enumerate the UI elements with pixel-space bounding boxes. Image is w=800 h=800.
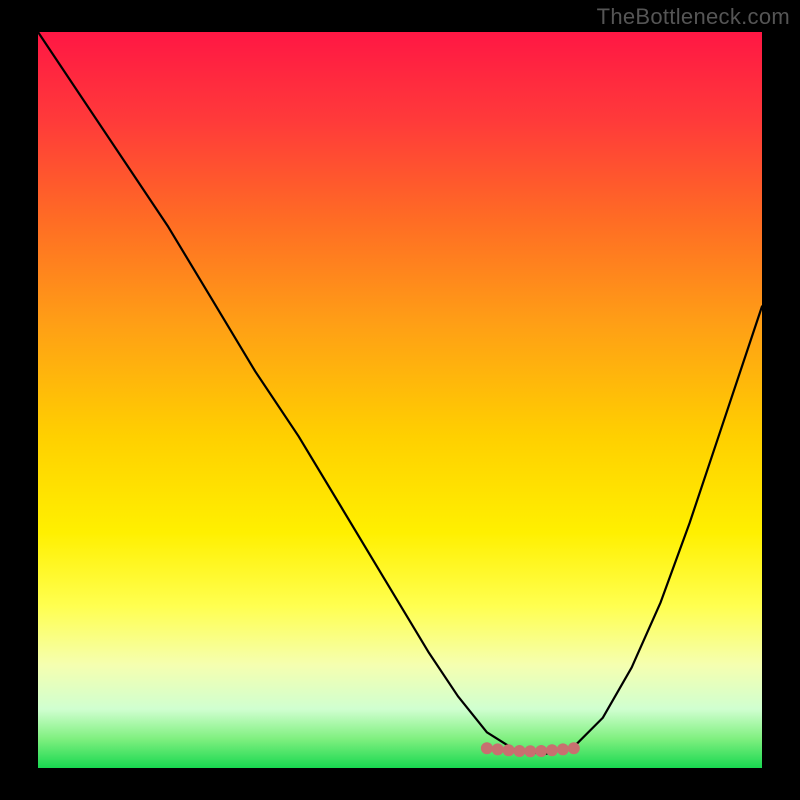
valley-marker-dot (524, 745, 536, 757)
valley-marker-dot (568, 742, 580, 754)
chart-frame: TheBottleneck.com (0, 0, 800, 800)
valley-marker-dot (492, 743, 504, 755)
chart-svg (38, 32, 762, 768)
valley-marker-dot (557, 743, 569, 755)
valley-marker-dot (535, 745, 547, 757)
chart-background-gradient (38, 32, 762, 768)
valley-marker-dot (503, 744, 515, 756)
valley-marker-dot (546, 744, 558, 756)
valley-marker-dot (514, 745, 526, 757)
watermark-text: TheBottleneck.com (597, 4, 790, 30)
plot-area (38, 32, 762, 768)
valley-marker-dot (481, 742, 493, 754)
